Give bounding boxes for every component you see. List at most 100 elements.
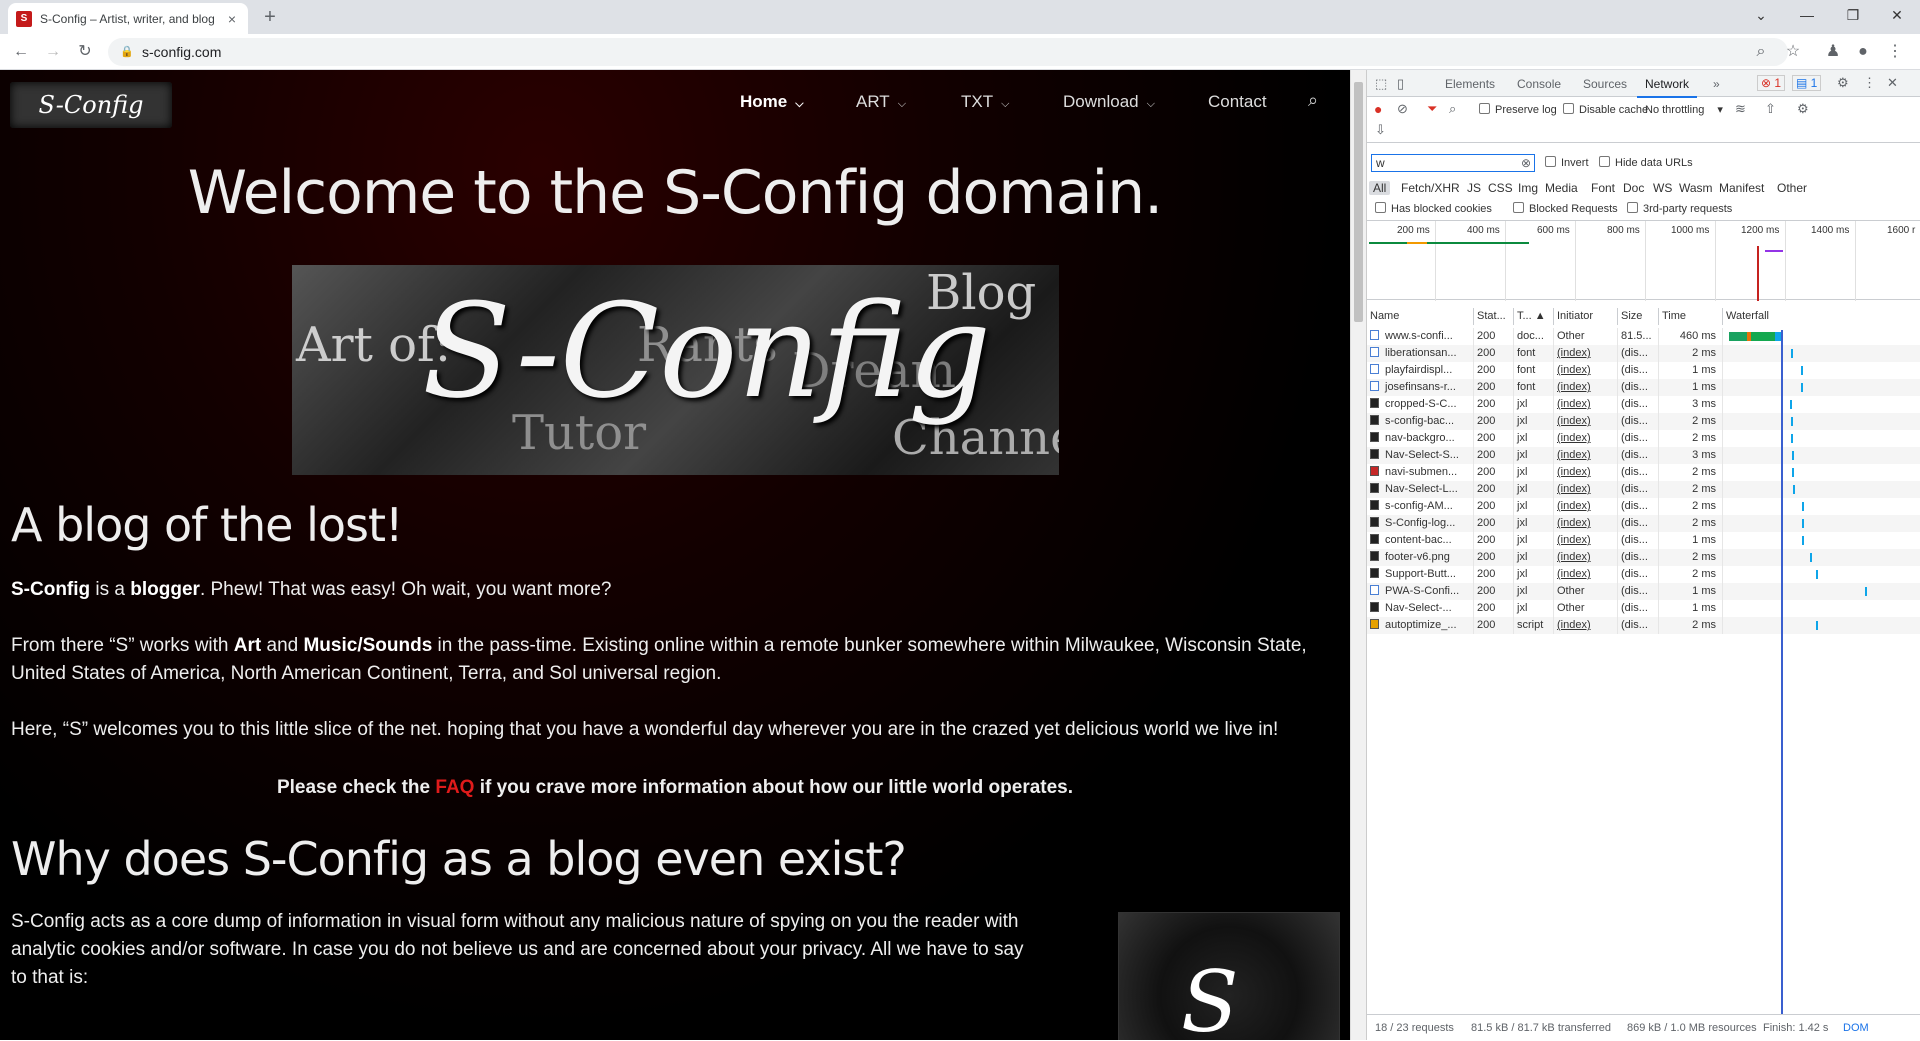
device-toolbar-icon[interactable]: ▯ (1397, 76, 1404, 92)
request-initiator[interactable]: (index) (1554, 617, 1618, 634)
col-size[interactable]: Size (1618, 308, 1659, 325)
table-row[interactable]: s-config-AM... 200 jxl (index) (dis... 2 ms (1367, 498, 1920, 515)
col-waterfall[interactable]: Waterfall (1723, 308, 1920, 325)
throttling-select[interactable]: No throttling ▾ (1645, 103, 1723, 116)
nav-art[interactable]: ART ⌵ (856, 92, 906, 112)
disable-cache-checkbox[interactable]: Disable cache (1563, 103, 1648, 116)
table-row[interactable]: www.s-confi... 200 doc... Other 81.5... 460 m… (1367, 328, 1920, 345)
table-row[interactable]: playfairdispl... 200 font (index) (dis... 1 m… (1367, 362, 1920, 379)
has-blocked-cookies-checkbox[interactable]: Has blocked cookies (1375, 202, 1492, 215)
table-row[interactable]: Nav-Select-... 200 jxl Other (dis... 1 ms (1367, 600, 1920, 617)
table-row[interactable]: s-config-bac... 200 jxl (index) (dis... 2 ms (1367, 413, 1920, 430)
reload-icon[interactable]: ↻ (74, 41, 96, 63)
table-row[interactable]: content-bac... 200 jxl (index) (dis... 1 ms (1367, 532, 1920, 549)
more-tabs-icon[interactable]: » (1713, 77, 1720, 91)
forward-icon[interactable]: → (42, 41, 64, 63)
request-initiator[interactable]: (index) (1554, 515, 1618, 532)
back-icon[interactable]: ← (10, 41, 32, 63)
extension-icon[interactable]: ♟ (1822, 41, 1844, 63)
request-initiator[interactable]: (index) (1554, 413, 1618, 430)
request-initiator[interactable]: (index) (1554, 345, 1618, 362)
nav-home[interactable]: Home ⌵ (740, 92, 804, 112)
zoom-icon[interactable]: ⌕ (1750, 41, 1772, 63)
col-time[interactable]: Time (1659, 308, 1723, 325)
type-media[interactable]: Media (1545, 181, 1578, 195)
new-tab-button[interactable]: + (258, 6, 282, 30)
nav-download[interactable]: Download ⌵ (1063, 92, 1155, 112)
table-row[interactable]: liberationsan... 200 font (index) (dis... 2 m… (1367, 345, 1920, 362)
inspect-element-icon[interactable]: ⬚ (1375, 76, 1387, 92)
tab-close-button[interactable]: × (224, 11, 240, 27)
type-img[interactable]: Img (1518, 181, 1538, 195)
type-fetch-xhr[interactable]: Fetch/XHR (1401, 181, 1460, 195)
tab-sources[interactable]: Sources (1583, 77, 1627, 91)
type-other[interactable]: Other (1777, 181, 1807, 195)
profile-avatar-icon[interactable]: ● (1852, 41, 1874, 63)
filter-input[interactable]: w ⊗ (1371, 154, 1535, 172)
request-initiator[interactable]: (index) (1554, 396, 1618, 413)
request-initiator[interactable]: (index) (1554, 566, 1618, 583)
table-row[interactable]: footer-v6.png 200 jxl (index) (dis... 2 ms (1367, 549, 1920, 566)
request-initiator[interactable]: (index) (1554, 379, 1618, 396)
invert-checkbox[interactable]: Invert (1545, 156, 1589, 169)
faq-link[interactable]: FAQ (435, 777, 474, 798)
request-initiator[interactable]: (index) (1554, 498, 1618, 515)
request-initiator[interactable]: (index) (1554, 532, 1618, 549)
request-initiator[interactable]: (index) (1554, 430, 1618, 447)
request-initiator[interactable]: (index) (1554, 464, 1618, 481)
col-initiator[interactable]: Initiator (1554, 308, 1618, 325)
type-css[interactable]: CSS (1488, 181, 1513, 195)
request-initiator[interactable]: (index) (1554, 447, 1618, 464)
third-party-checkbox[interactable]: 3rd-party requests (1627, 202, 1732, 215)
window-close-button[interactable]: ✕ (1874, 0, 1920, 30)
table-row[interactable]: josefinsans-r... 200 font (index) (dis... 1 m… (1367, 379, 1920, 396)
search-icon[interactable]: ⌕ (1449, 101, 1456, 117)
settings-gear-icon[interactable]: ⚙ (1837, 75, 1849, 91)
tab-elements[interactable]: Elements (1445, 77, 1495, 91)
hide-data-urls-checkbox[interactable]: Hide data URLs (1599, 156, 1693, 169)
clear-icon[interactable]: ⊘ (1397, 101, 1408, 117)
col-type[interactable]: T... ▲ (1514, 308, 1554, 325)
request-initiator[interactable]: (index) (1554, 481, 1618, 498)
table-row[interactable]: cropped-S-C... 200 jxl (index) (dis... 3 ms (1367, 396, 1920, 413)
table-row[interactable]: Nav-Select-L... 200 jxl (index) (dis... 2 ms (1367, 481, 1920, 498)
bookmark-star-icon[interactable]: ☆ (1782, 41, 1804, 63)
tab-console[interactable]: Console (1517, 77, 1561, 91)
search-icon[interactable]: ⌕ (1308, 90, 1318, 111)
tab-search-icon[interactable]: ⌄ (1738, 0, 1784, 30)
network-overview[interactable]: 200 ms 400 ms 600 ms 800 ms 1000 ms 1200… (1367, 220, 1920, 301)
type-ws[interactable]: WS (1653, 181, 1672, 195)
type-font[interactable]: Font (1591, 181, 1615, 195)
import-har-icon[interactable]: ⇧ (1765, 101, 1776, 117)
table-row[interactable]: navi-submen... 200 jxl (index) (dis... 2 ms (1367, 464, 1920, 481)
table-row[interactable]: nav-backgro... 200 jxl (index) (dis... 2 ms (1367, 430, 1920, 447)
table-row[interactable]: S-Config-log... 200 jxl (index) (dis... 2 ms (1367, 515, 1920, 532)
network-conditions-icon[interactable]: ≋ (1735, 101, 1746, 117)
col-status[interactable]: Stat... (1474, 308, 1514, 325)
table-row[interactable]: PWA-S-Confi... 200 jxl Other (dis... 1 ms (1367, 583, 1920, 600)
table-row[interactable]: Support-Butt... 200 jxl (index) (dis... 2 ms (1367, 566, 1920, 583)
browser-tab[interactable]: S S-Config – Artist, writer, and blog × (8, 3, 248, 34)
minimize-button[interactable]: — (1784, 0, 1830, 30)
site-logo[interactable]: S-Config (10, 82, 172, 128)
blocked-requests-checkbox[interactable]: Blocked Requests (1513, 202, 1618, 215)
tab-network[interactable]: Network (1636, 77, 1698, 98)
scrollbar-thumb[interactable] (1354, 82, 1363, 322)
devtools-menu-icon[interactable]: ⋮ (1863, 75, 1876, 91)
maximize-button[interactable]: ❐ (1830, 0, 1876, 30)
table-row[interactable]: Nav-Select-S... 200 jxl (index) (dis... 3 ms (1367, 447, 1920, 464)
table-row[interactable]: autoptimize_... 200 script (index) (dis... 2 … (1367, 617, 1920, 634)
request-initiator[interactable]: (index) (1554, 549, 1618, 566)
type-wasm[interactable]: Wasm (1679, 181, 1713, 195)
type-all[interactable]: All (1369, 181, 1391, 195)
record-icon[interactable]: ● (1374, 101, 1382, 117)
messages-badge[interactable]: ▤ 1 (1792, 75, 1822, 91)
page-scrollbar[interactable] (1350, 70, 1366, 1040)
browser-menu-icon[interactable]: ⋮ (1884, 41, 1906, 63)
request-initiator[interactable]: (index) (1554, 362, 1618, 379)
nav-contact[interactable]: Contact (1208, 92, 1267, 112)
network-settings-icon[interactable]: ⚙ (1797, 101, 1809, 117)
filter-icon[interactable]: ⏷ (1427, 101, 1437, 117)
devtools-close-icon[interactable]: ✕ (1887, 75, 1898, 91)
col-name[interactable]: Name (1367, 308, 1474, 325)
